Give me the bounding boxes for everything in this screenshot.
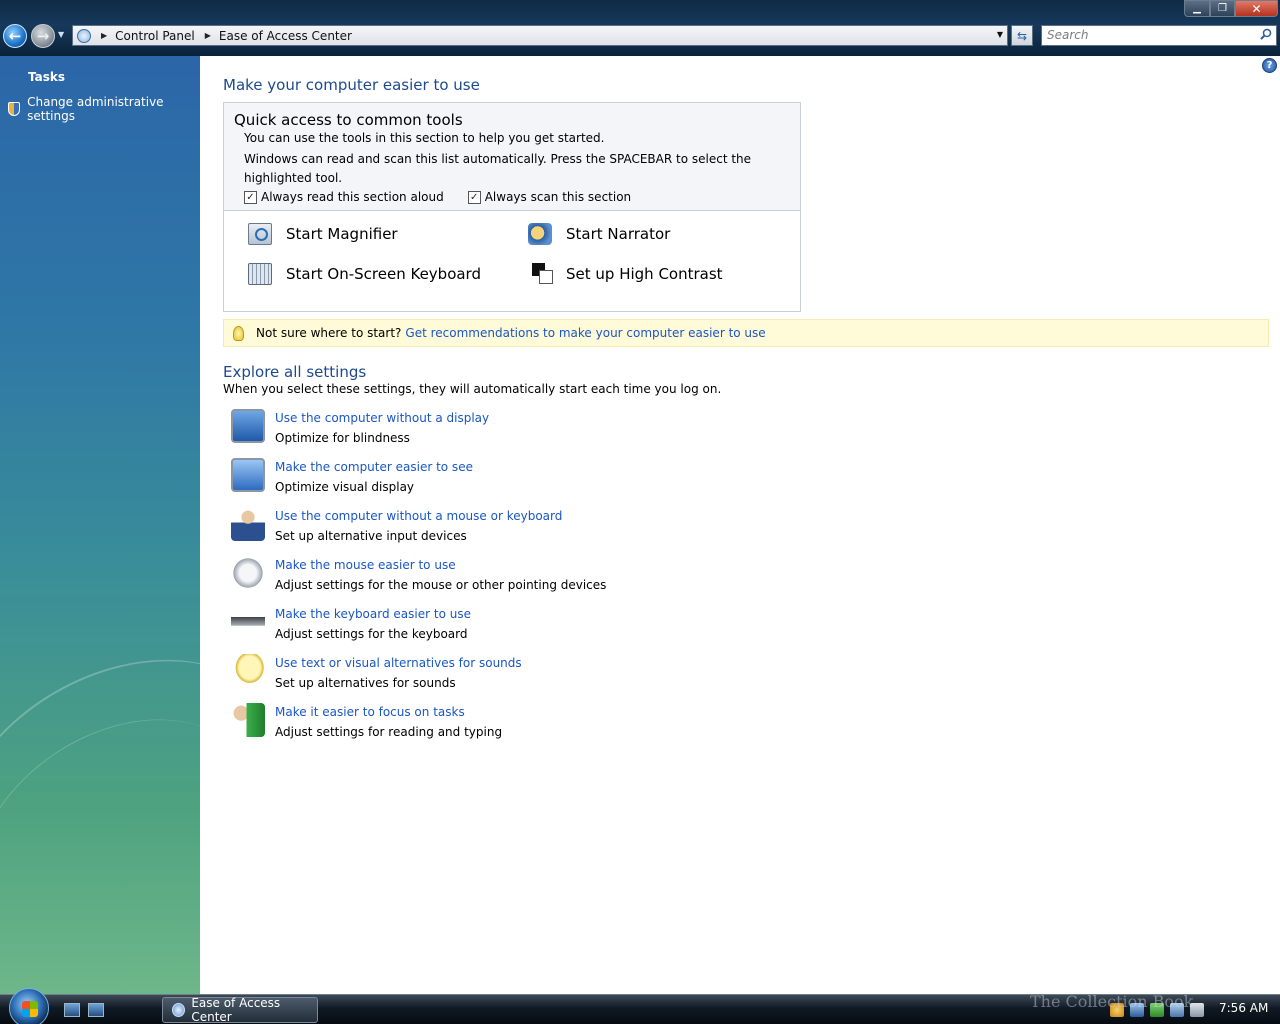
address-bar[interactable]: ▶ Control Panel ▶ Ease of Access Center …	[72, 25, 1008, 46]
list-item: Make it easier to focus on tasks Adjust …	[231, 703, 831, 752]
quick-access-instructions: Windows can read and scan this list auto…	[244, 152, 752, 185]
explore-settings-heading: Explore all settings	[223, 363, 367, 381]
setting-description: Optimize for blindness	[275, 431, 410, 445]
watermark: The Collection Book	[1030, 992, 1194, 1011]
search-icon[interactable]	[1260, 28, 1272, 40]
monitor-magnify-icon[interactable]	[231, 458, 265, 492]
checkbox-label: Always scan this section	[484, 190, 632, 204]
tool-label: Start Magnifier	[286, 225, 398, 243]
uac-shield-icon	[8, 102, 21, 116]
breadcrumb-separator-icon[interactable]: ▶	[101, 31, 107, 40]
on-screen-keyboard-icon	[248, 263, 272, 285]
get-recommendations-link[interactable]: Get recommendations to make your compute…	[405, 326, 765, 340]
mouse-icon[interactable]	[231, 556, 265, 590]
chevron-down-icon: ▼	[58, 30, 65, 39]
quick-access-heading: Quick access to common tools	[234, 111, 463, 129]
ease-of-access-icon	[172, 1003, 186, 1017]
refresh-icon: ⇆	[1016, 28, 1028, 43]
tasks-heading: Tasks	[28, 70, 66, 84]
breadcrumb-ease-of-access-center[interactable]: Ease of Access Center	[219, 29, 352, 43]
setting-link-easier-to-see[interactable]: Make the computer easier to see	[275, 460, 473, 474]
setting-link-focus-on-tasks[interactable]: Make it easier to focus on tasks	[275, 705, 465, 719]
list-item: Use text or visual alternatives for soun…	[231, 654, 831, 703]
taskbar-window-label: Ease of Access Center	[191, 996, 281, 1024]
tip-prefix: Not sure where to start?	[256, 326, 402, 340]
setting-description: Adjust settings for the keyboard	[275, 627, 468, 641]
setting-description: Set up alternative input devices	[275, 529, 467, 543]
checkbox-checked-icon[interactable]: ✓	[244, 190, 257, 204]
show-desktop-icon[interactable]	[64, 1003, 80, 1017]
setting-link-mouse-easier[interactable]: Make the mouse easier to use	[275, 558, 456, 572]
arrow-right-icon: →	[36, 27, 50, 45]
back-button[interactable]: ←	[3, 24, 27, 48]
search-placeholder: Search	[1047, 28, 1089, 42]
keyboard-icon[interactable]	[231, 605, 265, 639]
setting-description: Optimize visual display	[275, 480, 415, 494]
windows-logo-icon	[22, 1001, 38, 1017]
list-item: Make the mouse easier to use Adjust sett…	[231, 556, 831, 605]
help-button[interactable]: ?	[1262, 58, 1277, 73]
set-up-high-contrast-button[interactable]: Set up High Contrast	[532, 263, 723, 285]
list-item: Make the computer easier to see Optimize…	[231, 458, 831, 507]
checkbox-checked-icon[interactable]: ✓	[467, 190, 481, 204]
task-pane: Tasks Change administrative settings	[0, 56, 200, 994]
high-contrast-icon	[532, 263, 553, 285]
list-item: Make the keyboard easier to use Adjust s…	[231, 605, 831, 654]
minimize-button[interactable]: ▁	[1184, 0, 1210, 17]
setting-description: Adjust settings for the mouse or other p…	[275, 578, 607, 592]
quick-access-intro: You can use the tools in this section to…	[244, 131, 605, 145]
switch-windows-icon[interactable]	[88, 1003, 104, 1017]
person-focus-icon[interactable]	[231, 703, 265, 737]
address-dropdown-icon[interactable]: ▼	[997, 30, 1003, 39]
scan-section-checkbox[interactable]: ✓ Always scan this section	[467, 190, 632, 204]
setting-description: Set up alternatives for sounds	[275, 676, 456, 690]
breadcrumb-control-panel[interactable]: Control Panel	[115, 29, 195, 43]
forward-button[interactable]: →	[31, 24, 55, 48]
taskbar-window-button[interactable]: Ease of Access Center	[162, 996, 318, 1024]
quick-access-header: Quick access to common tools You can use…	[224, 103, 800, 211]
list-item: Use the computer without a mouse or keyb…	[231, 507, 831, 556]
quick-access-panel: Quick access to common tools You can use…	[223, 102, 801, 312]
page-title: Make your computer easier to use	[223, 76, 480, 94]
tool-label: Set up High Contrast	[566, 265, 723, 283]
clock[interactable]: 7:56 AM	[1219, 1001, 1268, 1015]
speech-bubble-warning-icon[interactable]	[231, 654, 265, 688]
explore-settings-description: When you select these settings, they wil…	[223, 382, 722, 396]
recommendation-tip-bar: Not sure where to start? Get recommendat…	[223, 319, 1269, 347]
arrow-left-icon: ←	[8, 27, 22, 45]
monitor-icon[interactable]	[231, 409, 265, 443]
lightbulb-icon	[233, 325, 244, 341]
control-panel-icon	[77, 28, 91, 43]
list-item: Use the computer without a display Optim…	[231, 409, 831, 458]
magnifier-icon	[248, 223, 272, 245]
search-input[interactable]: Search	[1041, 25, 1277, 46]
start-narrator-button[interactable]: Start Narrator	[528, 223, 670, 245]
start-magnifier-button[interactable]: Start Magnifier	[248, 223, 398, 245]
setting-link-without-mouse-keyboard[interactable]: Use the computer without a mouse or keyb…	[275, 509, 562, 523]
start-button[interactable]	[9, 988, 49, 1024]
checkbox-label: Always read this section aloud	[261, 190, 444, 204]
title-bar: ▁ ❐ ✕ ← → ▼ ▶ Control Panel ▶ Ease of Ac…	[0, 0, 1280, 56]
start-on-screen-keyboard-button[interactable]: Start On-Screen Keyboard	[248, 263, 481, 285]
sidebar-item-label: Change administrative settings	[27, 95, 164, 123]
setting-link-keyboard-easier[interactable]: Make the keyboard easier to use	[275, 607, 471, 621]
setting-link-sound-alternatives[interactable]: Use text or visual alternatives for soun…	[275, 656, 522, 670]
close-button[interactable]: ✕	[1235, 0, 1278, 17]
person-icon[interactable]	[231, 507, 265, 541]
tool-label: Start Narrator	[566, 225, 671, 243]
breadcrumb-separator-icon[interactable]: ▶	[205, 31, 211, 40]
refresh-button[interactable]: ⇆	[1011, 25, 1033, 46]
tool-label: Start On-Screen Keyboard	[286, 265, 481, 283]
change-admin-settings-link[interactable]: Change administrative settings	[8, 95, 200, 123]
maximize-button[interactable]: ❐	[1210, 0, 1235, 17]
settings-list: Use the computer without a display Optim…	[231, 409, 831, 752]
setting-link-without-display[interactable]: Use the computer without a display	[275, 411, 489, 425]
help-icon: ?	[1266, 60, 1273, 71]
narrator-icon	[528, 223, 552, 245]
recent-pages-dropdown[interactable]: ▼	[58, 30, 64, 39]
read-aloud-checkbox[interactable]: ✓ Always read this section aloud	[244, 190, 444, 204]
setting-description: Adjust settings for reading and typing	[275, 725, 503, 739]
